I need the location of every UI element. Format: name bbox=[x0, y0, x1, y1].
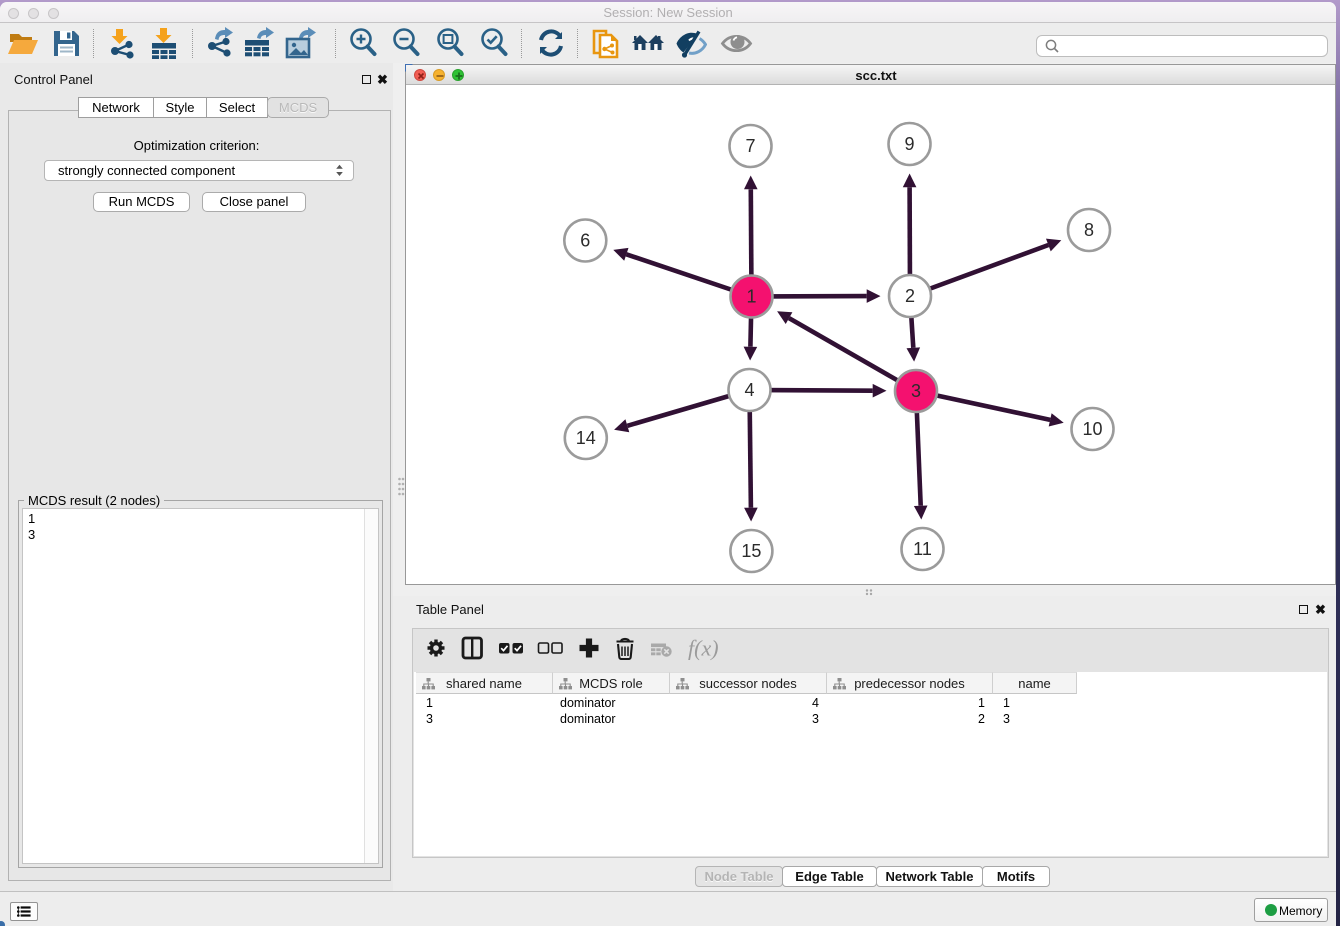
svg-text:3: 3 bbox=[911, 381, 921, 401]
svg-text:11: 11 bbox=[913, 539, 932, 559]
svg-text:4: 4 bbox=[744, 380, 754, 400]
svg-text:10: 10 bbox=[1082, 419, 1102, 439]
svg-text:6: 6 bbox=[580, 231, 590, 251]
svg-text:f(x): f(x) bbox=[688, 636, 719, 661]
svg-text:7: 7 bbox=[745, 136, 755, 156]
svg-text:14: 14 bbox=[576, 428, 596, 448]
svg-text:2: 2 bbox=[905, 286, 915, 306]
svg-text:9: 9 bbox=[904, 134, 914, 154]
svg-text:8: 8 bbox=[1084, 220, 1094, 240]
svg-text:15: 15 bbox=[741, 541, 761, 561]
svg-text:1: 1 bbox=[746, 287, 756, 307]
